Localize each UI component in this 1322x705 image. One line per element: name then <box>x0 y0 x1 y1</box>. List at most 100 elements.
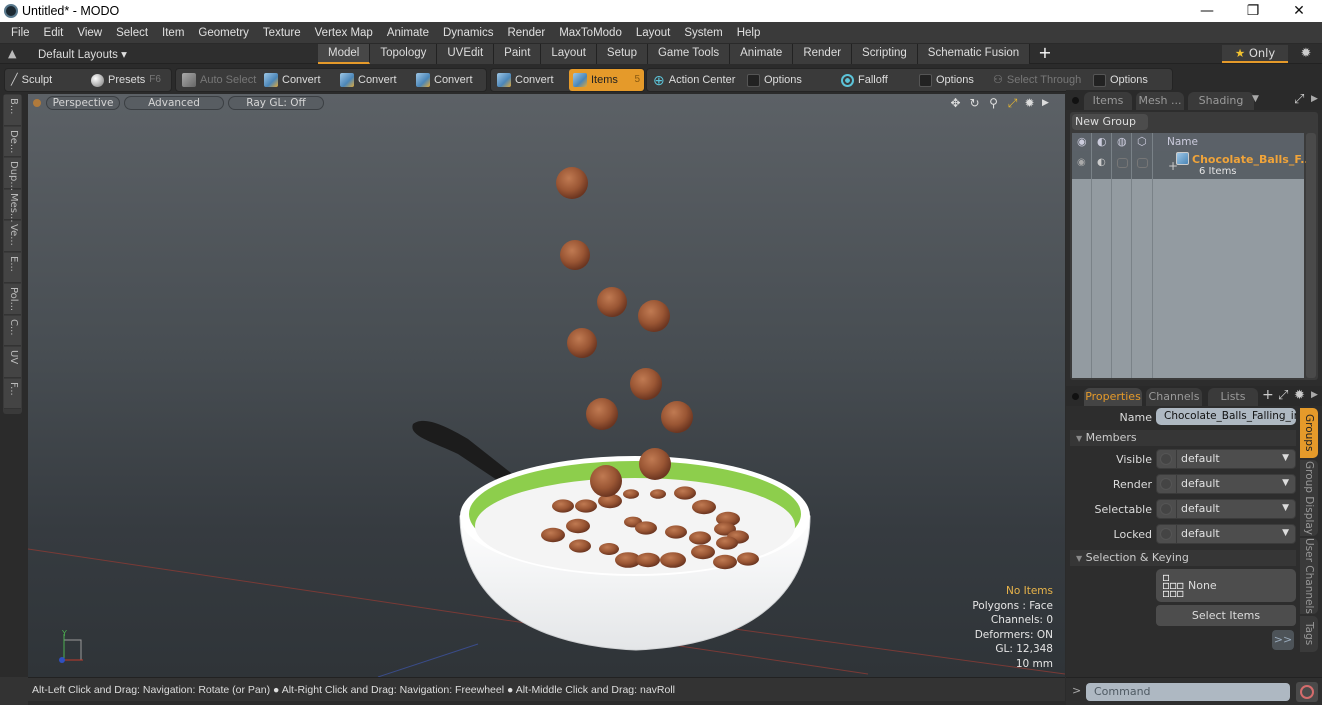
toggle-knob-icon[interactable] <box>1160 478 1172 490</box>
rotate-icon[interactable]: ↻ <box>967 96 982 111</box>
more-button[interactable]: >> <box>1272 630 1294 650</box>
menu-geometry[interactable]: Geometry <box>191 27 256 39</box>
action-center-button[interactable]: ⊕ Action Center <box>649 69 735 91</box>
row-visibility-eye-icon[interactable]: ◉ <box>1077 157 1086 168</box>
panel-arrow-icon[interactable]: ▶ <box>1311 94 1318 104</box>
side-tab-user-channels[interactable]: User Channels <box>1300 538 1318 614</box>
maximize-panel-icon[interactable]: ⤢ <box>1278 388 1288 403</box>
panel-arrow-icon[interactable]: ▶ <box>1311 390 1318 400</box>
tab-items[interactable]: Items <box>1084 92 1132 110</box>
menu-edit[interactable]: Edit <box>37 27 71 39</box>
tab-schematic-fusion[interactable]: Schematic Fusion <box>917 44 1031 64</box>
side-tab-group-display[interactable]: Group Display <box>1300 460 1318 536</box>
panel-menu-dot-icon[interactable] <box>1072 97 1079 104</box>
menu-dynamics[interactable]: Dynamics <box>436 27 500 39</box>
panel-gear-icon[interactable]: ✹ <box>1294 388 1305 403</box>
selection-keying-section[interactable]: ▼ Selection & Keying <box>1070 550 1296 566</box>
tab-setup[interactable]: Setup <box>596 44 648 64</box>
tab-properties[interactable]: Properties <box>1084 388 1142 406</box>
tab-shading[interactable]: Shading <box>1188 92 1254 110</box>
row-lock-checkbox[interactable] <box>1117 158 1128 168</box>
pan-icon[interactable]: ✥ <box>948 96 963 111</box>
menu-item[interactable]: Item <box>155 27 191 39</box>
menu-system[interactable]: System <box>677 27 729 39</box>
tab-model[interactable]: Model <box>318 44 371 64</box>
left-tab-duplicate[interactable]: Dup... <box>4 158 21 191</box>
group-name-field[interactable]: Chocolate_Balls_Falling_into <box>1156 408 1296 425</box>
toggle-knob-icon[interactable] <box>1160 528 1172 540</box>
locked-dropdown[interactable]: default ▼ <box>1156 524 1296 544</box>
only-button[interactable]: ★ Only <box>1222 45 1288 63</box>
gear-icon[interactable]: ✹ <box>1296 45 1316 63</box>
close-button[interactable]: ✕ <box>1276 0 1322 22</box>
tabs-dropdown-icon[interactable]: ▼ <box>1252 94 1259 104</box>
select-items-button[interactable]: Select Items <box>1156 605 1296 626</box>
falloff-button[interactable]: Falloff <box>837 69 888 91</box>
side-tab-groups[interactable]: Groups <box>1300 408 1318 458</box>
layout-up-arrow-icon[interactable]: ▲ <box>8 47 16 60</box>
tab-uvedit[interactable]: UVEdit <box>437 44 495 64</box>
presets-button[interactable]: Presets F6 <box>87 69 161 91</box>
menu-render[interactable]: Render <box>500 27 552 39</box>
left-tab-vertex[interactable]: Ve... <box>4 221 21 252</box>
left-tab-fusion[interactable]: F... <box>4 378 21 409</box>
raygl-button[interactable]: Ray GL: Off <box>228 96 324 110</box>
select-icon[interactable]: ⬡ <box>1137 135 1147 148</box>
tab-game-tools[interactable]: Game Tools <box>647 44 731 64</box>
side-tab-tags[interactable]: Tags <box>1300 616 1318 652</box>
expand-arrow-icon[interactable]: ▶ <box>1038 96 1053 111</box>
minimize-button[interactable]: — <box>1184 0 1230 22</box>
toggle-knob-icon[interactable] <box>1160 453 1172 465</box>
left-tab-polygon[interactable]: Pol... <box>4 284 21 315</box>
panel-menu-dot-icon[interactable] <box>1072 393 1079 400</box>
falloff-options-button[interactable]: Options <box>915 69 974 91</box>
tab-topology[interactable]: Topology <box>370 44 438 64</box>
left-tab-deform[interactable]: De... <box>4 126 21 157</box>
item-name[interactable]: Chocolate_Balls_F... <box>1192 153 1313 166</box>
convert-materials-button[interactable]: Convert <box>493 69 554 91</box>
left-tab-uv[interactable]: UV <box>4 347 21 378</box>
menu-maxtomodo[interactable]: MaxToModo <box>552 27 629 39</box>
selectable-dropdown[interactable]: default ▼ <box>1156 499 1296 519</box>
tab-mesh[interactable]: Mesh ... <box>1136 92 1184 110</box>
row-render-icon[interactable]: ◐ <box>1097 157 1106 168</box>
left-tab-basic[interactable]: B... <box>4 95 21 126</box>
menu-texture[interactable]: Texture <box>256 27 308 39</box>
tab-render[interactable]: Render <box>793 44 853 64</box>
sculpt-button[interactable]: ╱ Sculpt <box>7 69 52 91</box>
action-center-options-button[interactable]: Options <box>743 69 802 91</box>
menu-vertex-map[interactable]: Vertex Map <box>308 27 380 39</box>
menu-animate[interactable]: Animate <box>380 27 436 39</box>
menu-select[interactable]: Select <box>109 27 155 39</box>
maximize-button[interactable]: ❐ <box>1230 0 1276 22</box>
convert-edges-button[interactable]: Convert <box>336 69 397 91</box>
visibility-eye-icon[interactable]: ◉ <box>1077 135 1087 148</box>
zoom-icon[interactable]: ⚲ <box>986 96 1001 111</box>
menu-file[interactable]: File <box>4 27 37 39</box>
viewport-menu-dot-icon[interactable] <box>33 99 41 107</box>
convert-vertices-button[interactable]: Convert <box>260 69 321 91</box>
tab-animate[interactable]: Animate <box>730 44 794 64</box>
items-scrollbar[interactable] <box>1306 133 1316 378</box>
add-tab-plus-icon[interactable]: + <box>1262 387 1274 403</box>
menu-view[interactable]: View <box>70 27 109 39</box>
tab-layout[interactable]: Layout <box>541 44 597 64</box>
auto-select-button[interactable]: Auto Select <box>178 69 256 91</box>
select-through-button[interactable]: ⚇ Select Through <box>989 69 1081 91</box>
viewport-settings-icon[interactable]: ✹ <box>1022 96 1037 111</box>
convert-polygons-button[interactable]: Convert <box>412 69 473 91</box>
add-tab-button[interactable]: + <box>1030 44 1059 64</box>
menu-layout[interactable]: Layout <box>629 27 678 39</box>
advanced-button[interactable]: Advanced <box>124 96 224 110</box>
tab-lists[interactable]: Lists <box>1208 388 1258 406</box>
toggle-knob-icon[interactable] <box>1160 503 1172 515</box>
record-macro-button[interactable] <box>1296 682 1318 702</box>
render-icon[interactable]: ◐ <box>1097 135 1107 148</box>
menu-help[interactable]: Help <box>730 27 768 39</box>
tab-scripting[interactable]: Scripting <box>852 44 918 64</box>
visible-dropdown[interactable]: default ▼ <box>1156 449 1296 469</box>
command-input[interactable]: Command <box>1086 683 1290 701</box>
selection-set-button[interactable]: ▫ ▫▫▫ ▫▫▫ None <box>1156 569 1296 602</box>
tab-channels[interactable]: Channels <box>1146 388 1202 406</box>
default-layouts-dropdown[interactable]: Default Layouts ▾ <box>38 47 127 61</box>
